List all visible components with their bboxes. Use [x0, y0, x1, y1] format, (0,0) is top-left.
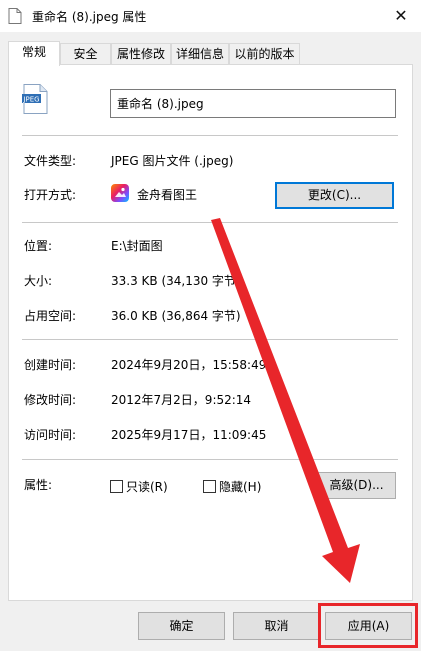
title-bar: 重命名 (8).jpeg 属性 ✕ [0, 0, 421, 32]
accessed-label: 访问时间: [24, 428, 77, 442]
file-type-label: 文件类型: [24, 154, 77, 168]
ok-button[interactable]: 确定 [138, 612, 225, 640]
file-icon-text: JPEG [22, 95, 39, 103]
readonly-checkbox[interactable] [110, 480, 123, 493]
close-button[interactable]: ✕ [387, 4, 415, 28]
open-with-app-name: 金舟看图王 [137, 188, 198, 202]
hidden-label[interactable]: 隐藏(H) [219, 478, 261, 495]
divider [22, 339, 398, 340]
modified-label: 修改时间: [24, 393, 77, 407]
annotation-highlight-box [318, 603, 418, 648]
app-icon [111, 184, 129, 202]
general-panel [8, 64, 413, 601]
divider [22, 222, 398, 223]
disk-size-label: 占用空间: [24, 309, 77, 323]
file-type-value: JPEG 图片文件 (.jpeg) [111, 154, 234, 168]
tab-security[interactable]: 安全 [60, 43, 111, 65]
location-value: E:\封面图 [111, 239, 163, 253]
created-value: 2024年9月20日，15:58:49 [111, 358, 267, 372]
window-title: 重命名 (8).jpeg 属性 [32, 10, 147, 24]
divider [22, 459, 398, 460]
tab-attribute-edit[interactable]: 属性修改 [111, 43, 171, 65]
created-label: 创建时间: [24, 358, 77, 372]
readonly-label[interactable]: 只读(R) [126, 478, 168, 495]
cancel-button[interactable]: 取消 [233, 612, 320, 640]
accessed-value: 2025年9月17日，11:09:45 [111, 428, 267, 442]
file-icon [8, 8, 22, 24]
size-label: 大小: [24, 274, 53, 288]
divider [22, 135, 398, 136]
tab-previous-versions[interactable]: 以前的版本 [229, 43, 300, 65]
modified-value: 2012年7月2日，9:52:14 [111, 393, 252, 407]
advanced-button[interactable]: 高级(D)... [317, 472, 396, 499]
change-button[interactable]: 更改(C)... [275, 182, 394, 209]
jpeg-file-icon: JPEG [22, 84, 48, 114]
open-with-label: 打开方式: [24, 188, 77, 202]
size-value: 33.3 KB (34,130 字节) [111, 274, 241, 288]
tab-general[interactable]: 常规 [8, 41, 60, 66]
tab-details[interactable]: 详细信息 [171, 43, 229, 65]
filename-input[interactable]: 重命名 (8).jpeg [110, 89, 396, 118]
location-label: 位置: [24, 239, 53, 253]
attributes-label: 属性: [24, 478, 53, 492]
hidden-checkbox[interactable] [203, 480, 216, 493]
disk-size-value: 36.0 KB (36,864 字节) [111, 309, 241, 323]
